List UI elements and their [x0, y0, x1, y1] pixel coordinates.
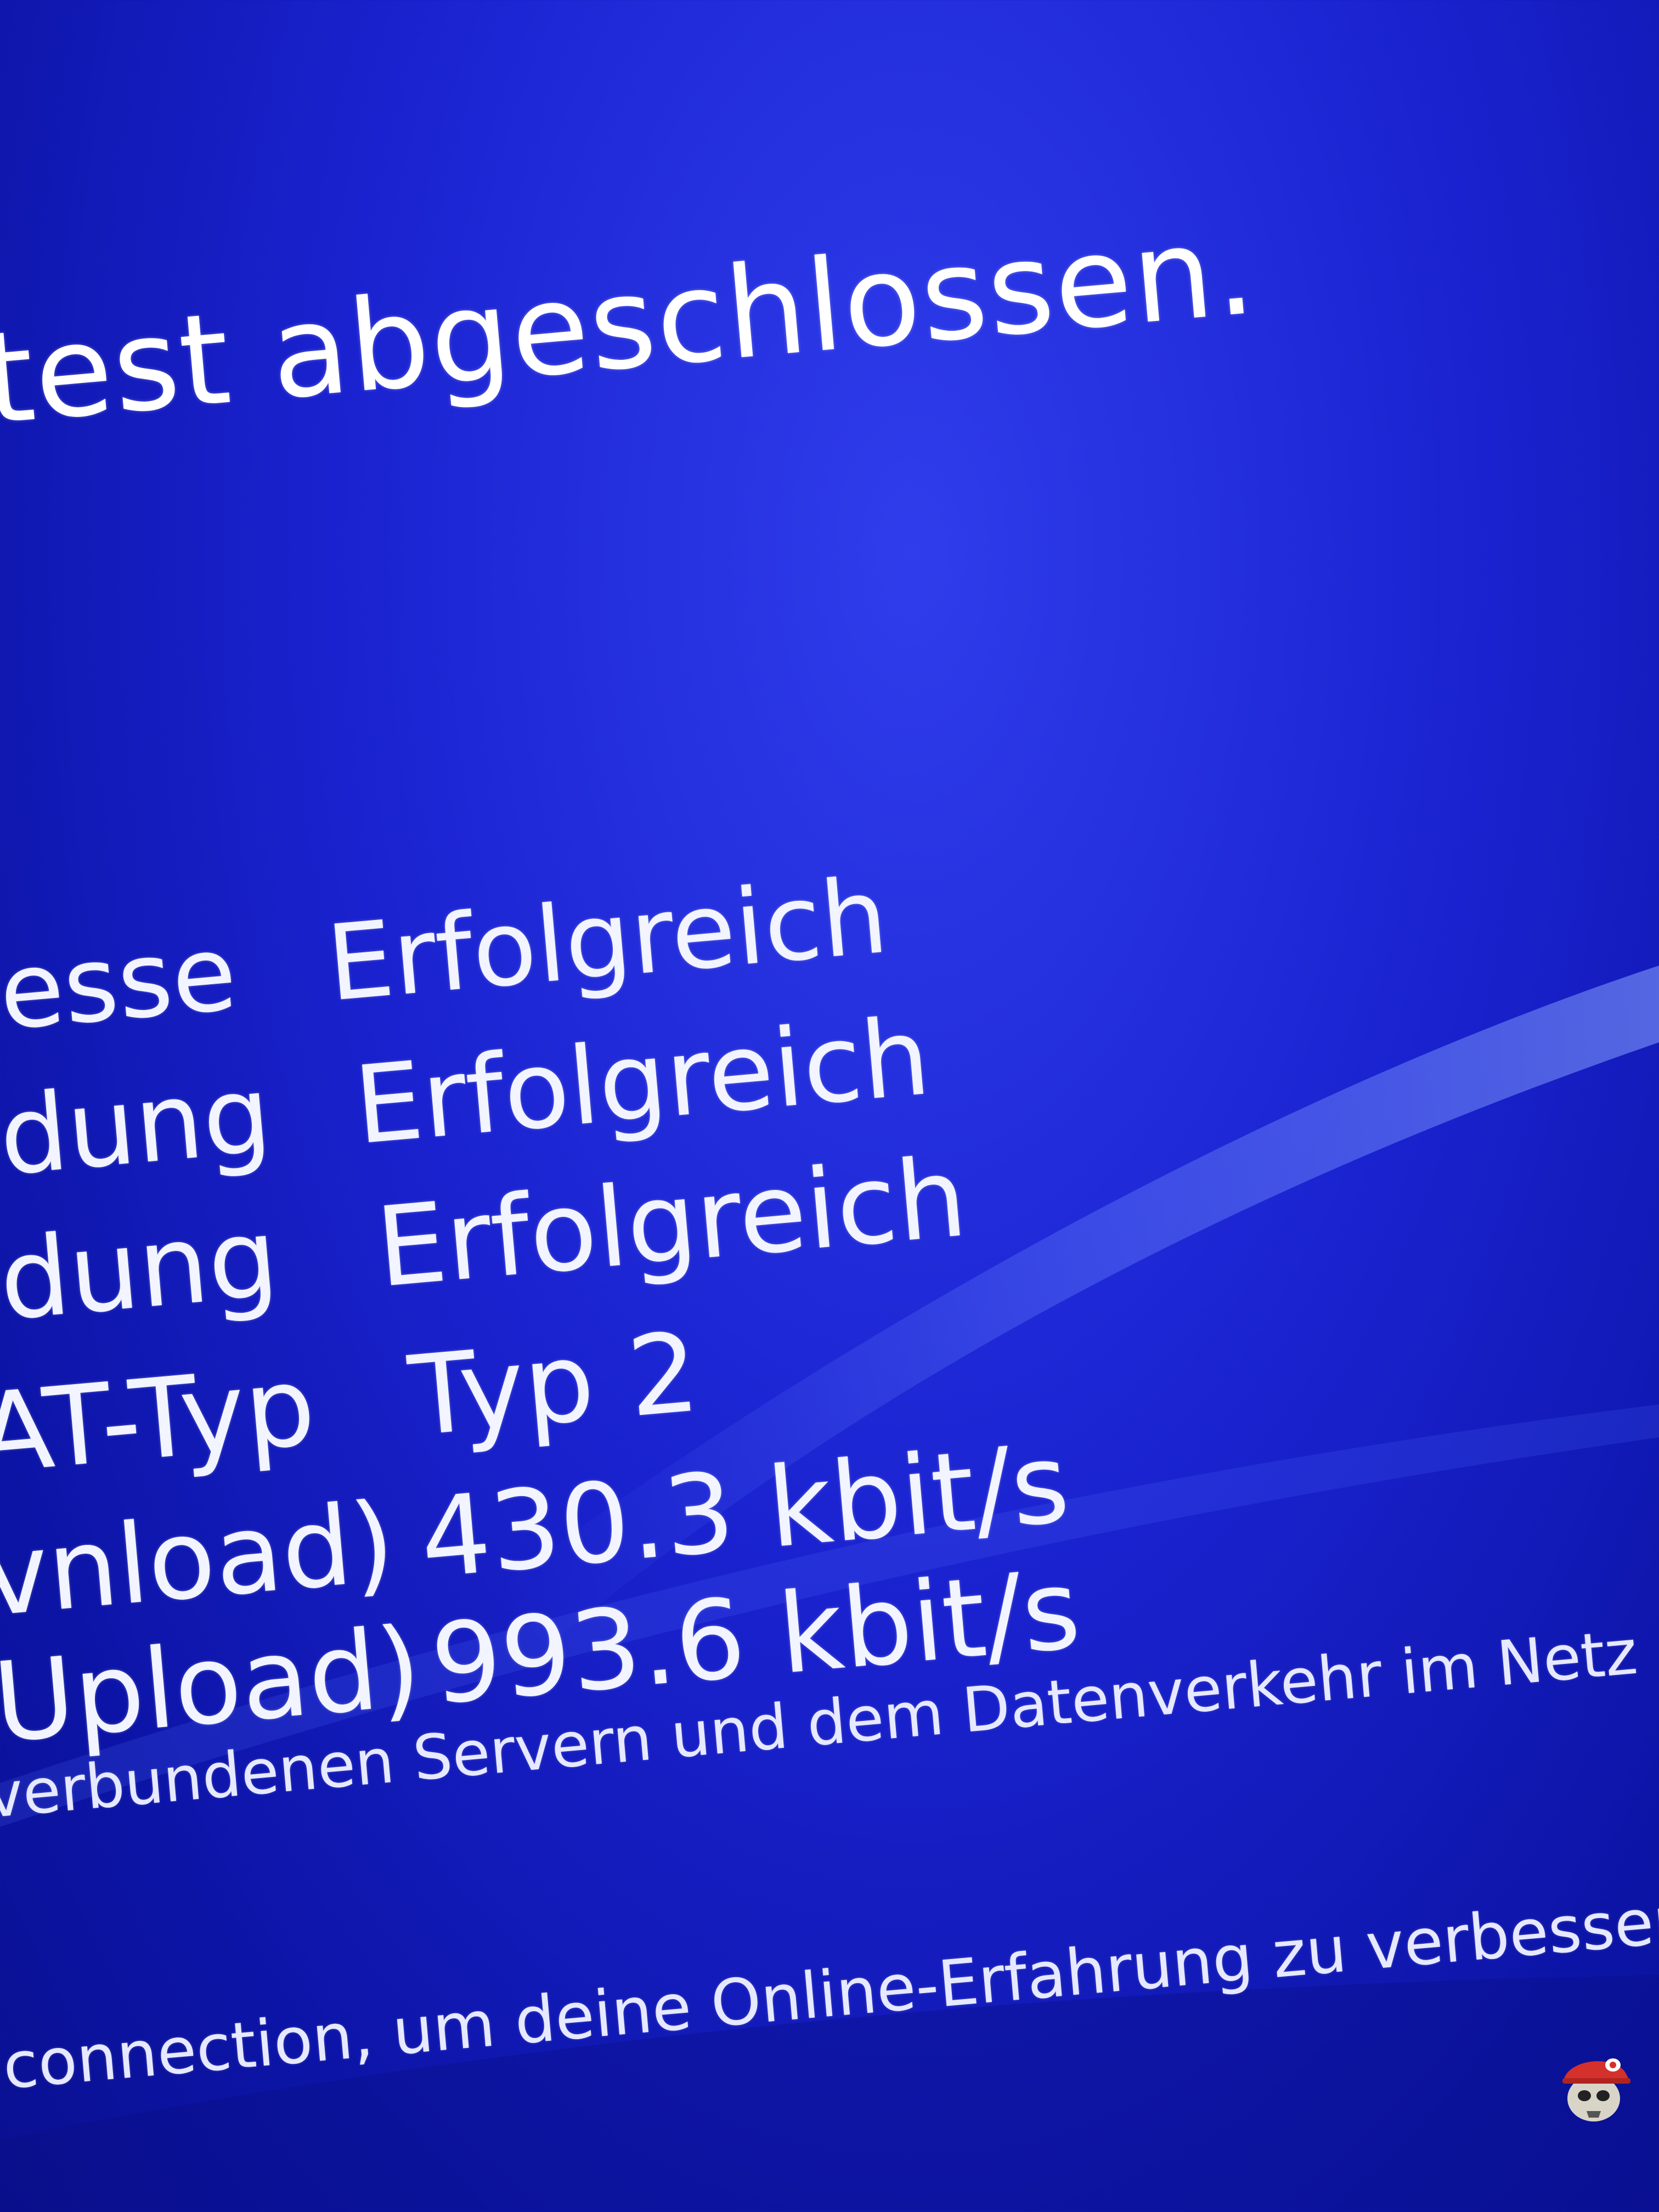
footer-text-line-2: connection, um deine Online-Erfahrung zu…: [0, 1878, 1659, 2104]
result-value: Typ 2: [404, 1308, 704, 1462]
connection-test-screen: test abgeschlossen. esse Erfolgreich dun…: [0, 0, 1659, 2212]
result-value: Erfolgreich: [322, 855, 893, 1025]
result-value: Erfolgreich: [371, 1133, 972, 1312]
user-avatar-icon: [1562, 2058, 1630, 2121]
result-label: esse: [0, 912, 241, 1054]
result-value: Erfolgreich: [349, 994, 935, 1169]
page-title: test abgeschlossen.: [0, 196, 1261, 453]
result-label: dung: [0, 1193, 283, 1346]
result-label: AT-Typ: [0, 1342, 320, 1499]
result-label: dung: [0, 1051, 276, 1200]
